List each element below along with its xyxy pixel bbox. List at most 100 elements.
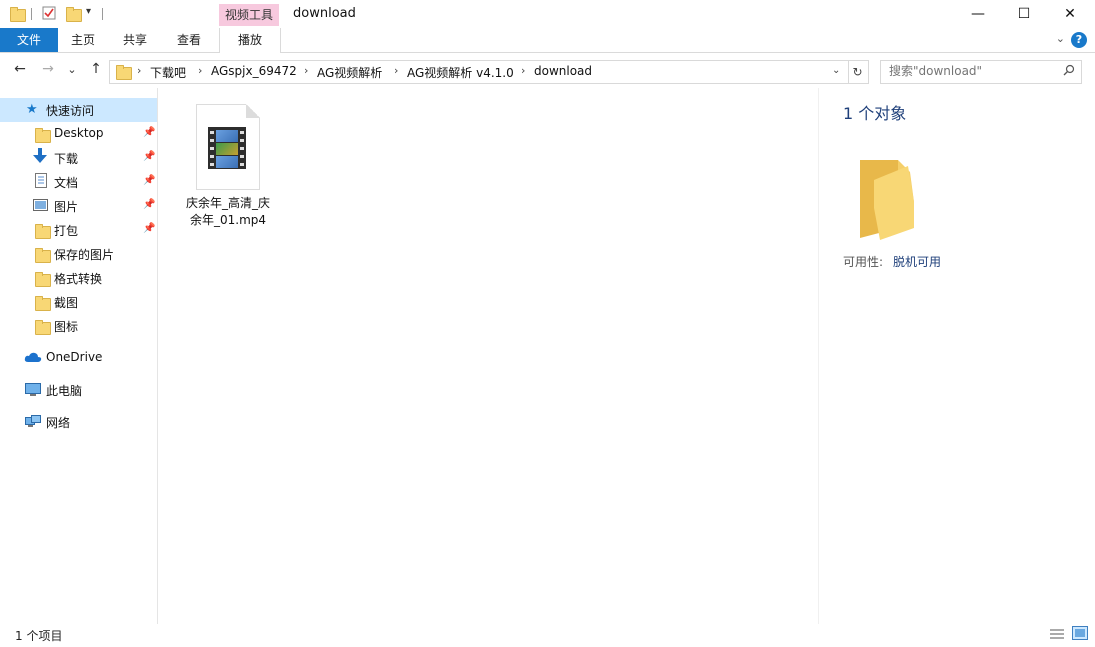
download-arrow-icon [33, 148, 47, 167]
search-box[interactable] [880, 60, 1082, 84]
sidebar-item-desktop[interactable]: Desktop 📌 [0, 122, 157, 146]
tab-file[interactable]: 文件 [0, 28, 58, 52]
window-title: download [293, 6, 356, 21]
sidebar-item-documents[interactable]: 文档 📌 [0, 170, 157, 194]
forward-button[interactable]: → [38, 61, 58, 77]
sidebar-item-label: 下载 [54, 152, 79, 166]
status-item-count: 1 个项目 [15, 629, 63, 643]
chevron-right-icon[interactable]: › [521, 64, 525, 77]
pin-icon[interactable]: 📌 [143, 199, 155, 210]
details-pane-divider[interactable] [818, 88, 819, 624]
cloud-icon [24, 352, 42, 366]
expand-ribbon-icon[interactable]: ⌄ [1056, 32, 1065, 45]
film-hole [240, 155, 244, 158]
sidebar-item-quick-access[interactable]: ★ 快速访问 [0, 98, 157, 122]
breadcrumb-item[interactable]: AG视频解析 [317, 64, 382, 81]
close-button[interactable]: ✕ [1047, 0, 1093, 28]
tab-view[interactable]: 查看 [164, 28, 214, 52]
sidebar-item-saved-pictures[interactable]: 保存的图片 [0, 242, 157, 266]
chevron-right-icon[interactable]: › [394, 64, 398, 77]
film-hole [240, 163, 244, 166]
document-icon [35, 173, 47, 191]
chevron-down-icon[interactable]: ⌄ [832, 65, 840, 76]
film-hole [210, 163, 214, 166]
maximize-button[interactable]: ☐ [1001, 0, 1047, 28]
chevron-right-icon[interactable]: › [137, 64, 141, 77]
selection-count: 1 个对象 [843, 104, 907, 123]
sidebar-item-label: 文档 [54, 176, 79, 190]
tab-play[interactable]: 播放 [219, 28, 281, 53]
ribbon-tabs: 文件 主页 共享 查看 播放 ⌄ ? [0, 28, 1095, 53]
sidebar-item-label: 保存的图片 [54, 248, 115, 262]
sidebar-item-screenshots[interactable]: 截图 [0, 290, 157, 314]
pin-icon[interactable]: 📌 [143, 223, 155, 234]
film-hole [240, 147, 244, 150]
chevron-right-icon[interactable]: › [198, 64, 202, 77]
sidebar-item-label: OneDrive [46, 350, 103, 364]
title-bar: ▾ 视频工具 download — ☐ ✕ [0, 0, 1095, 28]
breadcrumb-item[interactable]: 下载吧 [150, 64, 186, 81]
help-icon[interactable]: ? [1071, 32, 1087, 48]
up-button[interactable]: ↑ [86, 61, 106, 77]
refresh-button[interactable]: ↻ [847, 60, 869, 84]
sidebar-item-label: 此电脑 [46, 384, 83, 398]
sidebar-item-label: Desktop [54, 126, 104, 140]
address-bar[interactable]: › 下载吧 › AGspjx_69472 › AG视频解析 › AG视频解析 v… [109, 60, 849, 84]
folder-icon [35, 320, 51, 335]
film-frame [216, 143, 238, 155]
breadcrumb-item[interactable]: AGspjx_69472 [211, 64, 297, 78]
file-name-line: 庆余年_高清_庆 [185, 196, 270, 210]
pictures-icon [33, 199, 48, 214]
search-input[interactable] [889, 64, 1049, 78]
chevron-right-icon[interactable]: › [304, 64, 308, 77]
customize-qat-icon[interactable]: ▾ [86, 6, 91, 17]
back-button[interactable]: ← [10, 61, 30, 77]
file-name: 庆余年_高清_庆 余年_01.mp4 [178, 195, 278, 229]
breadcrumb-item[interactable]: download [534, 64, 592, 78]
tab-home[interactable]: 主页 [58, 28, 108, 52]
minimize-button[interactable]: — [955, 0, 1001, 28]
context-tab-label: 视频工具 [219, 4, 279, 26]
availability-label: 可用性: [843, 255, 884, 269]
folder-icon [35, 128, 51, 143]
navigation-pane: ★ 快速访问 Desktop 📌 下载 📌 文档 📌 图片 📌 打包 📌 保存的… [0, 88, 158, 624]
breadcrumb-item[interactable]: AG视频解析 v4.1.0 [407, 64, 514, 81]
folder-icon [35, 296, 51, 311]
pin-icon[interactable]: 📌 [143, 175, 155, 186]
details-view-icon[interactable] [1050, 628, 1064, 643]
tab-share[interactable]: 共享 [110, 28, 160, 52]
large-icons-view-icon[interactable] [1072, 626, 1088, 643]
status-bar: 1 个项目 [0, 624, 1095, 647]
search-icon[interactable] [1063, 64, 1075, 79]
sidebar-item-icons[interactable]: 图标 [0, 314, 157, 338]
film-hole [210, 139, 214, 142]
pane-divider[interactable] [157, 88, 158, 624]
sidebar-item-onedrive[interactable]: OneDrive [0, 346, 157, 370]
sidebar-item-label: 快速访问 [46, 104, 95, 118]
recent-locations-button[interactable]: ⌄ [62, 63, 82, 76]
sidebar-item-downloads[interactable]: 下载 📌 [0, 146, 157, 170]
star-icon: ★ [26, 102, 38, 117]
sidebar-item-label: 打包 [54, 224, 79, 238]
sidebar-item-label: 图片 [54, 200, 79, 214]
divider [31, 8, 32, 20]
sidebar-item-format-convert[interactable]: 格式转换 [0, 266, 157, 290]
sidebar-item-network[interactable]: 网络 [0, 410, 157, 434]
folder-icon [35, 272, 51, 287]
film-frame [216, 156, 238, 168]
pin-icon[interactable]: 📌 [143, 127, 155, 138]
film-frame [216, 130, 238, 142]
folder-icon [116, 65, 132, 80]
properties-icon[interactable] [42, 6, 56, 20]
folder-icon [35, 248, 51, 263]
sidebar-item-pictures[interactable]: 图片 📌 [0, 194, 157, 218]
availability-value: 脱机可用 [893, 255, 942, 269]
film-hole [240, 139, 244, 142]
sidebar-item-label: 格式转换 [54, 272, 103, 286]
sidebar-item-label: 图标 [54, 320, 79, 334]
file-item[interactable]: 庆余年_高清_庆 余年_01.mp4 [178, 100, 278, 240]
new-folder-icon[interactable] [66, 7, 82, 22]
pin-icon[interactable]: 📌 [143, 151, 155, 162]
sidebar-item-this-pc[interactable]: 此电脑 [0, 378, 157, 402]
sidebar-item-pack[interactable]: 打包 📌 [0, 218, 157, 242]
